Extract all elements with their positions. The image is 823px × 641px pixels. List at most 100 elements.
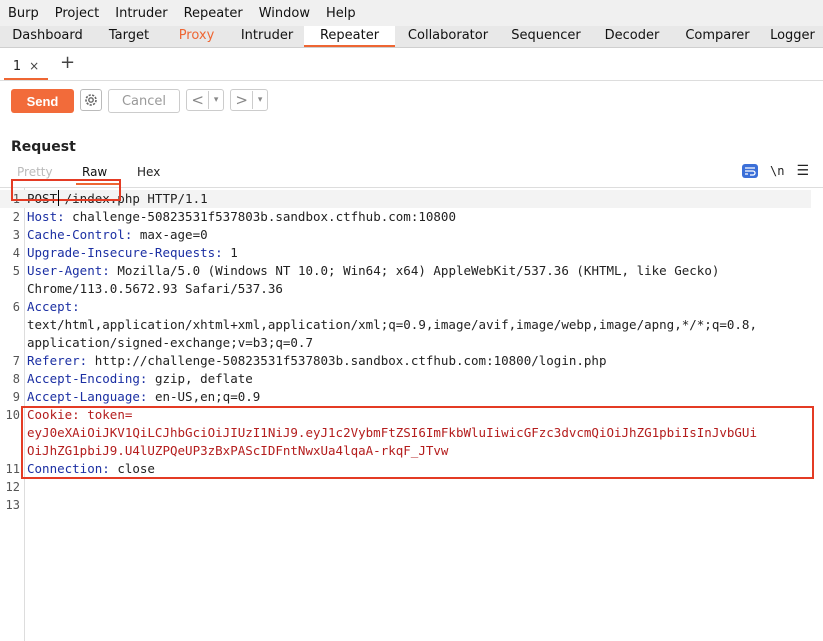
header-name: Host: <box>27 209 65 224</box>
tab-target[interactable]: Target <box>95 26 163 47</box>
code-line: 12 <box>0 478 823 496</box>
menu-help[interactable]: Help <box>318 6 364 21</box>
code-line: 13 <box>0 496 823 514</box>
line-text: User-Agent: Mozilla/5.0 (Windows NT 10.0… <box>27 262 719 280</box>
line-text: Cache-Control: max-age=0 <box>27 226 208 244</box>
code-line: 9 Accept-Language: en-US,en;q=0.9 <box>0 388 823 406</box>
text-cursor <box>58 190 59 206</box>
code-line: 6 Accept: <box>0 298 823 316</box>
tab-logger[interactable]: Logger <box>762 26 823 47</box>
toolbar: Send Cancel < ▾ > ▾ <box>0 81 823 121</box>
code-line: Chrome/113.0.5672.93 Safari/537.36 <box>0 280 823 298</box>
code-line: text/html,application/xhtml+xml,applicat… <box>0 316 823 334</box>
code-line: 7 Referer: http://challenge-50823531f5378… <box>0 352 823 370</box>
tab-repeater[interactable]: Repeater <box>304 26 395 47</box>
line-number: 12 <box>5 480 20 494</box>
tab-pretty[interactable]: Pretty <box>17 165 53 179</box>
tab-comparer[interactable]: Comparer <box>673 26 762 47</box>
plus-icon[interactable]: + <box>60 52 75 73</box>
header-name: Accept: <box>27 299 80 314</box>
header-value: 1 <box>222 245 238 260</box>
header-value: en-US,en;q=0.9 <box>147 389 261 404</box>
line-number: 8 <box>12 372 20 386</box>
header-value: gzip, deflate <box>147 371 253 386</box>
code-line: 2 Host: challenge-50823531f537803b.sandbo… <box>0 208 823 226</box>
newline-toggle[interactable]: \n <box>770 164 784 178</box>
editor-options: \n ☰ <box>741 163 809 179</box>
code-line: 8 Accept-Encoding: gzip, deflate <box>0 370 823 388</box>
highlight-box-cookie <box>21 406 814 479</box>
word-wrap-icon[interactable] <box>741 164 758 178</box>
line-text: Upgrade-Insecure-Requests: 1 <box>27 244 238 262</box>
line-number: 7 <box>12 354 20 368</box>
request-view-tabs: Pretty Raw Hex <box>17 165 823 184</box>
forward-button[interactable]: > ▾ <box>230 89 268 111</box>
chevron-down-icon[interactable]: ▾ <box>253 95 267 105</box>
code-line: 5 User-Agent: Mozilla/5.0 (Windows NT 10.… <box>0 262 823 280</box>
header-name: Upgrade-Insecure-Requests: <box>27 245 223 260</box>
hamburger-menu-icon[interactable]: ☰ <box>796 163 809 179</box>
header-name: Cache-Control: <box>27 227 133 242</box>
repeater-tab-label: 1 <box>12 58 22 74</box>
tab-sequencer[interactable]: Sequencer <box>501 26 591 47</box>
gear-icon[interactable] <box>80 89 102 111</box>
line-text: Accept-Language: en-US,en;q=0.9 <box>27 388 260 406</box>
request-title: Request <box>11 139 76 155</box>
repeater-tab-1[interactable]: 1 × <box>4 54 48 80</box>
send-button[interactable]: Send <box>11 89 74 113</box>
close-icon[interactable]: × <box>29 59 39 73</box>
menu-repeater[interactable]: Repeater <box>176 6 251 21</box>
menu-window[interactable]: Window <box>251 6 318 21</box>
line-text: Chrome/113.0.5672.93 Safari/537.36 <box>27 280 283 298</box>
header-value: Chrome/113.0.5672.93 Safari/537.36 <box>27 281 283 296</box>
menu-burp[interactable]: Burp <box>0 6 47 21</box>
line-number: 10 <box>5 408 20 422</box>
tab-decoder[interactable]: Decoder <box>591 26 673 47</box>
header-name: Accept-Language: <box>27 389 148 404</box>
code-line: 1 POST /index.php HTTP/1.1 <box>0 190 811 208</box>
tab-collaborator[interactable]: Collaborator <box>395 26 501 47</box>
tab-raw[interactable]: Raw <box>82 165 107 179</box>
line-number: 6 <box>12 300 20 314</box>
line-number: 9 <box>12 390 20 404</box>
line-number: 11 <box>5 462 20 476</box>
line-number: 5 <box>12 264 20 278</box>
chevron-down-icon[interactable]: ▾ <box>209 95 223 105</box>
back-button[interactable]: < ▾ <box>186 89 224 111</box>
tab-intruder[interactable]: Intruder <box>230 26 304 47</box>
header-value: challenge-50823531f537803b.sandbox.ctfhu… <box>64 209 456 224</box>
header-value: Mozilla/5.0 (Windows NT 10.0; Win64; x64… <box>109 263 720 278</box>
code-line: 3 Cache-Control: max-age=0 <box>0 226 823 244</box>
tab-hex[interactable]: Hex <box>137 165 160 179</box>
line-text: application/signed-exchange;v=b3;q=0.7 <box>27 334 313 352</box>
tab-proxy[interactable]: Proxy <box>163 26 230 47</box>
menu-bar: Burp Project Intruder Repeater Window He… <box>0 0 823 26</box>
main-tabs: Dashboard Target Proxy Intruder Repeater… <box>0 26 823 48</box>
header-value: application/signed-exchange;v=b3;q=0.7 <box>27 335 313 350</box>
code-line: application/signed-exchange;v=b3;q=0.7 <box>0 334 823 352</box>
repeater-tabs: 1 × + <box>0 48 823 81</box>
header-value: text/html,application/xhtml+xml,applicat… <box>27 317 757 332</box>
header-name: Accept-Encoding: <box>27 371 148 386</box>
tab-dashboard[interactable]: Dashboard <box>0 26 95 47</box>
line-text: Host: challenge-50823531f537803b.sandbox… <box>27 208 456 226</box>
cancel-button[interactable]: Cancel <box>108 89 180 113</box>
line-number: 3 <box>12 228 20 242</box>
line-text: text/html,application/xhtml+xml,applicat… <box>27 316 757 334</box>
header-name: User-Agent: <box>27 263 110 278</box>
line-number: 2 <box>12 210 20 224</box>
chevron-right-icon: > <box>231 91 254 109</box>
header-name: Referer: <box>27 353 88 368</box>
line-text: Accept: <box>27 298 80 316</box>
header-value: max-age=0 <box>132 227 208 242</box>
menu-intruder[interactable]: Intruder <box>107 6 175 21</box>
line-text: Referer: http://challenge-50823531f53780… <box>27 352 607 370</box>
chevron-left-icon: < <box>187 91 210 109</box>
line-number: 4 <box>12 246 20 260</box>
highlight-box-method <box>11 179 121 201</box>
line-number: 13 <box>5 498 20 512</box>
menu-project[interactable]: Project <box>47 6 107 21</box>
header-value: http://challenge-50823531f537803b.sandbo… <box>87 353 607 368</box>
code-line: 4 Upgrade-Insecure-Requests: 1 <box>0 244 823 262</box>
line-text: Accept-Encoding: gzip, deflate <box>27 370 253 388</box>
